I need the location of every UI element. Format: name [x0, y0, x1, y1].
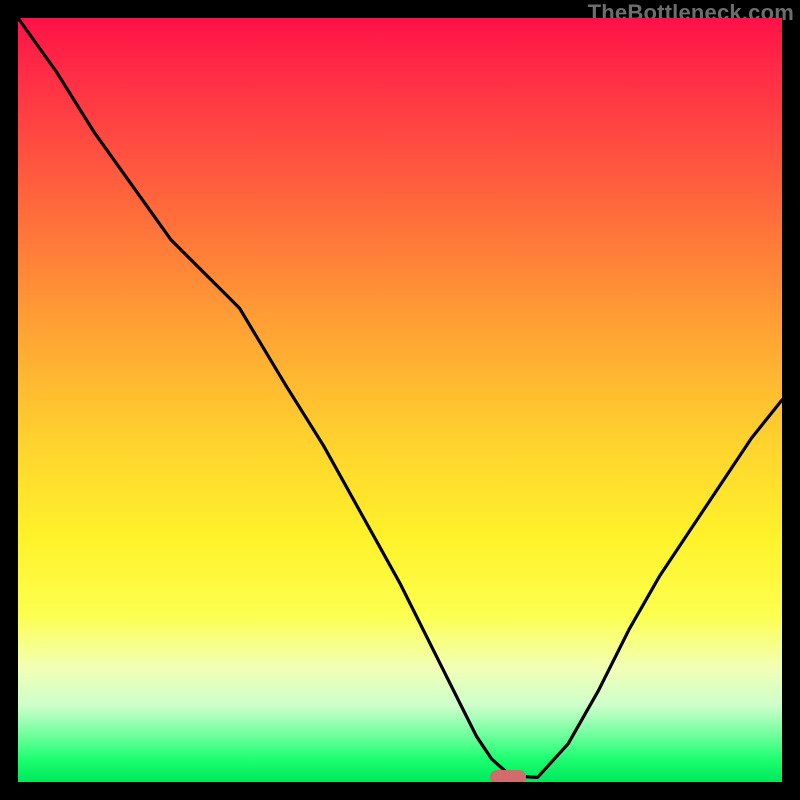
chart-frame: TheBottleneck.com	[0, 0, 800, 800]
bottleneck-gradient	[18, 18, 782, 782]
optimal-marker	[490, 770, 526, 782]
plot-area	[18, 18, 782, 782]
